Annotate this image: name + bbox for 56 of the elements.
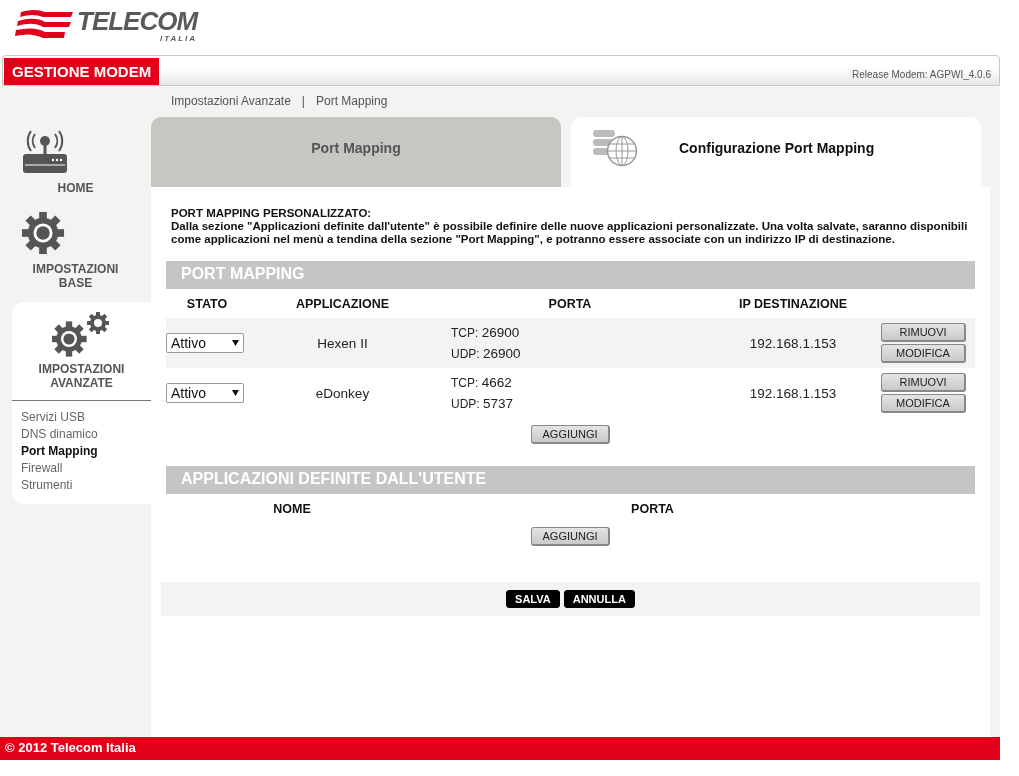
caret-icon	[232, 340, 239, 346]
edit-button[interactable]: MODIFICA	[881, 344, 966, 363]
nav-section[interactable]: IMPOSTAZIONI AVANZATE	[26, 362, 137, 390]
copyright-text: © 2012 Telecom Italia	[5, 740, 136, 755]
column-header: PORTA	[547, 296, 593, 313]
logo-text: TELECOM	[77, 8, 198, 34]
sidebar-item[interactable]: Servizi USB	[21, 409, 151, 426]
nav-section[interactable]: HOME	[20, 181, 131, 195]
column-header: IP DESTINAZIONE	[737, 296, 849, 313]
breadcrumb-link[interactable]: Impostazioni Avanzate	[171, 94, 291, 117]
remove-button[interactable]: RIMUOVI	[881, 373, 966, 392]
protocol-label: UDP:	[451, 347, 480, 361]
edit-button[interactable]: MODIFICA	[881, 394, 966, 413]
gear-icon	[20, 211, 65, 255]
protocol-label: TCP:	[451, 326, 479, 340]
status-select[interactable]: Attivo	[166, 333, 244, 353]
header-title: GESTIONE MODEM	[4, 58, 160, 85]
sidebar-item[interactable]: Port Mapping	[21, 443, 151, 460]
sidebar-item[interactable]: Firewall	[21, 460, 151, 477]
tab[interactable]: Configurazione Port Mapping	[571, 117, 981, 187]
protocol-label: TCP:	[451, 376, 479, 390]
column-header: STATO	[185, 296, 229, 313]
server-globe-icon	[593, 129, 639, 167]
remove-button[interactable]: RIMUOVI	[881, 323, 966, 342]
sidebar-item[interactable]: Strumenti	[21, 477, 151, 494]
cancel-button[interactable]: ANNULLA	[563, 590, 635, 608]
breadcrumb-link[interactable]: Port Mapping	[316, 94, 388, 117]
port-number: 26900	[481, 325, 520, 340]
breadcrumb-separator: |	[301, 94, 305, 110]
ip-address: 192.168.1.153	[748, 385, 838, 401]
nav-section[interactable]: IMPOSTAZIONI BASE	[20, 262, 131, 290]
release-version: Release Modem: AGPWI_4.0.6	[852, 69, 992, 82]
port-number: 26900	[483, 346, 521, 361]
application-name: Hexen II	[316, 335, 369, 351]
logo-subtitle: ITALIA	[159, 34, 198, 43]
sidebar-item[interactable]: DNS dinamico	[21, 426, 151, 443]
section-header: APPLICAZIONI DEFINITE DALL'UTENTE	[166, 466, 975, 494]
column-header: NOME	[272, 501, 312, 518]
status-select[interactable]: Attivo	[166, 383, 244, 403]
intro-title: PORT MAPPING PERSONALIZZATO:	[171, 207, 373, 220]
column-header: PORTA	[630, 501, 675, 518]
caret-icon	[232, 390, 239, 396]
router-icon	[20, 130, 69, 174]
tab[interactable]: Port Mapping	[151, 117, 561, 187]
intro-text: Dalla sezione "Applicazioni definite dall'utente" è possibile definire delle nuove applicazioni personalizzate. Una volta salvate, saranno disponibili come applicazioni nel menù a tendina della sezione "Port Mapping", e potranno essere associate con un indirizzo IP di destinazione.	[171, 220, 969, 246]
ip-address: 192.168.1.153	[748, 335, 838, 351]
protocol-label: UDP:	[451, 397, 480, 411]
port-number: 5737	[483, 396, 514, 411]
port-number: 4662	[481, 375, 512, 390]
application-name: eDonkey	[314, 385, 371, 401]
add-button[interactable]: AGGIUNGI	[531, 527, 610, 546]
gears-icon	[51, 312, 112, 358]
save-button[interactable]: SALVA	[506, 590, 560, 608]
section-header: PORT MAPPING	[166, 261, 975, 289]
add-button[interactable]: AGGIUNGI	[531, 425, 610, 444]
column-header: APPLICAZIONE	[294, 296, 391, 313]
